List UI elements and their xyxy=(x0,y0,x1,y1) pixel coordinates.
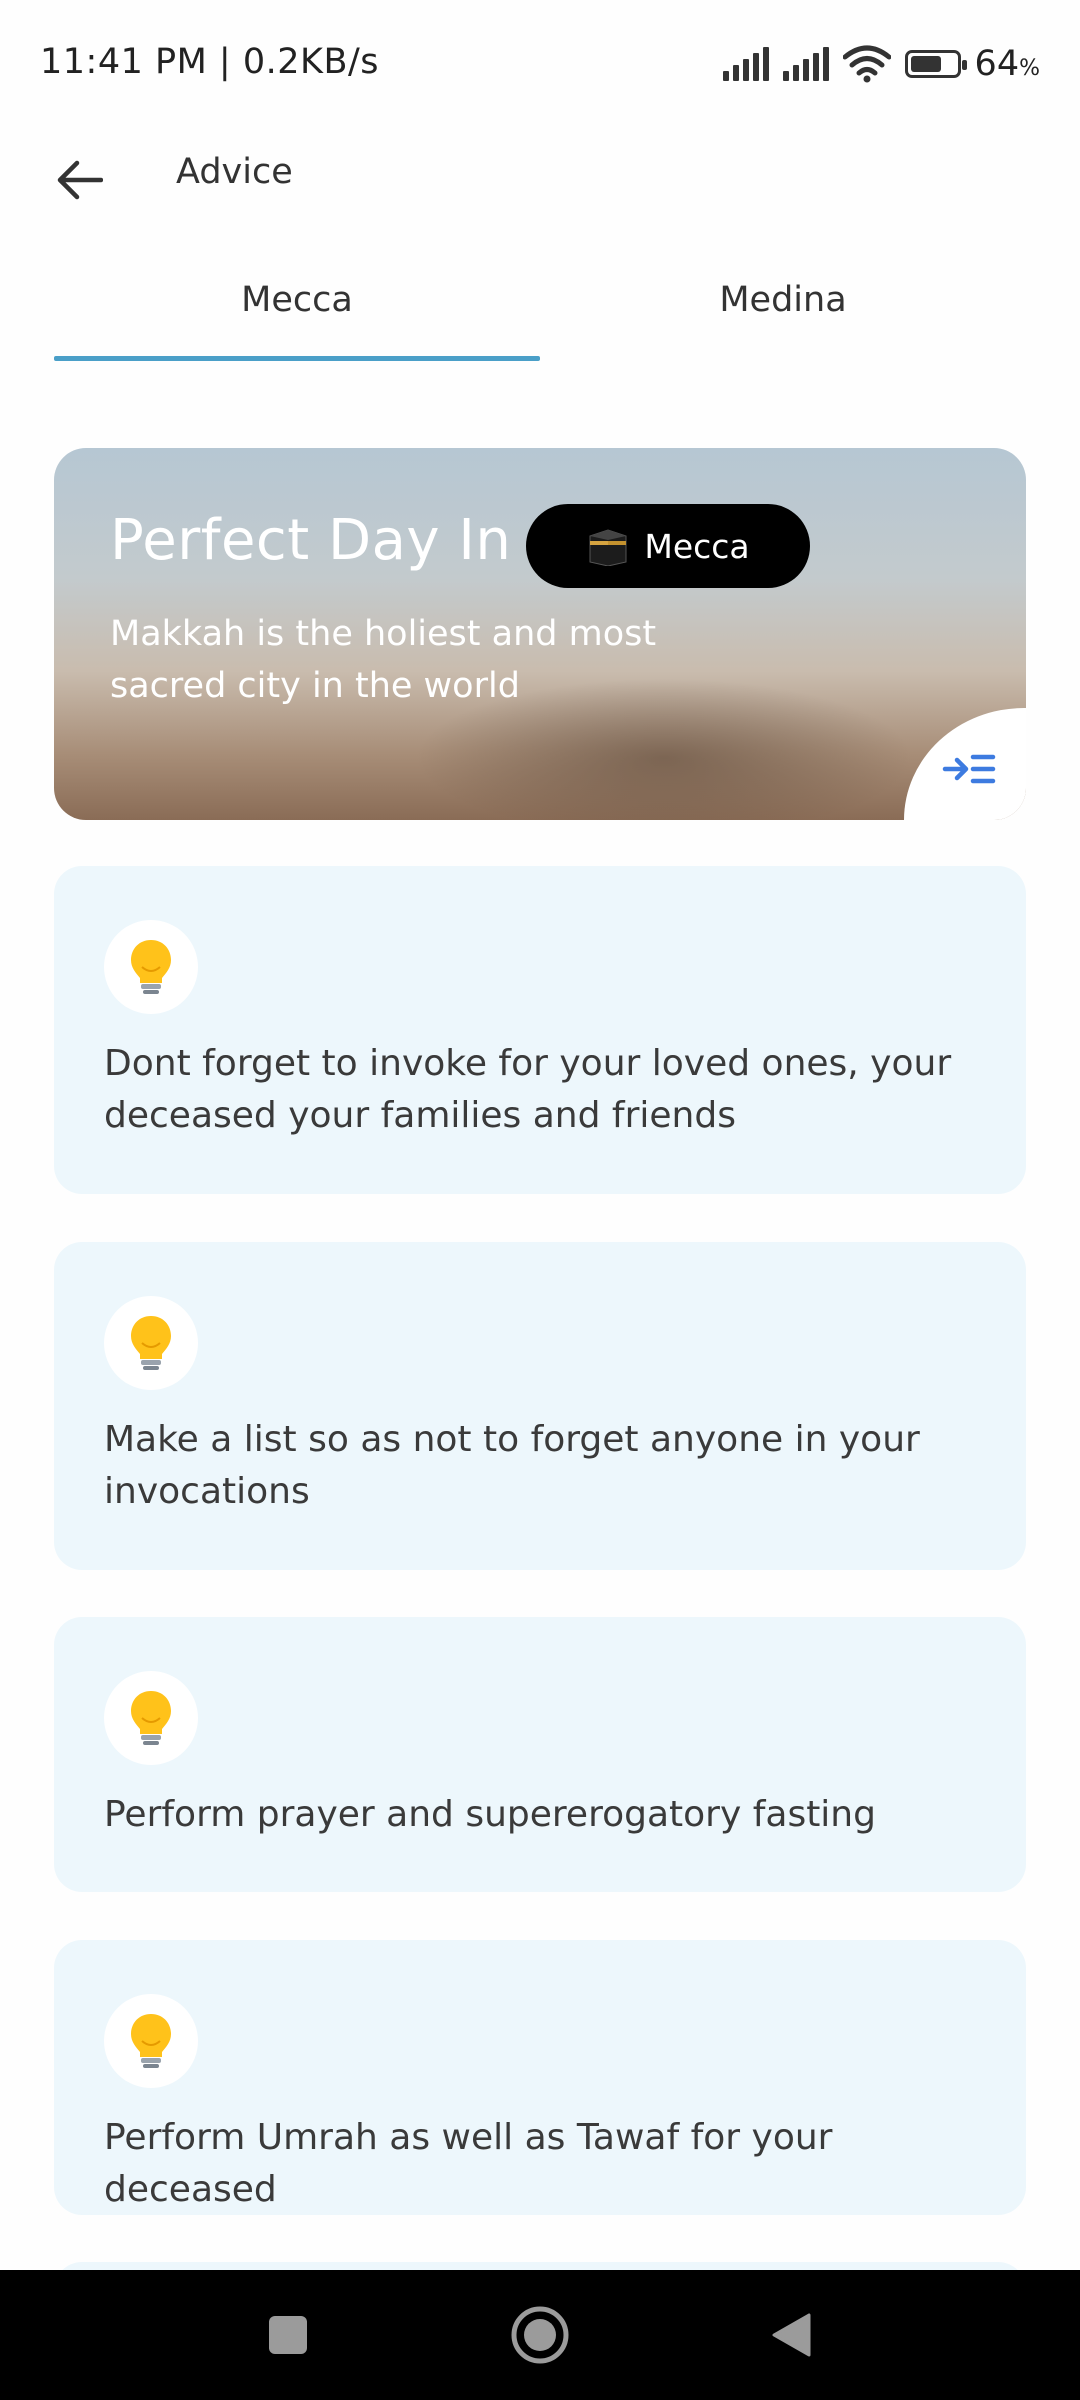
lightbulb-icon xyxy=(131,1691,171,1745)
lightbulb-icon-badge xyxy=(104,1671,198,1765)
lightbulb-icon xyxy=(131,2014,171,2068)
tip-text: Make a list so as not to forget anyone i… xyxy=(104,1419,920,1512)
tip-text: Dont forget to invoke for your loved one… xyxy=(104,1043,952,1136)
page-title: Advice xyxy=(176,152,293,192)
lightbulb-icon xyxy=(131,940,171,994)
tip-card: Perform prayer and supererogatory fastin… xyxy=(54,1617,1026,1892)
battery-icon xyxy=(904,50,967,78)
location-tabs: Mecca Medina xyxy=(0,240,1080,365)
back-nav-button[interactable] xyxy=(756,2300,826,2370)
signal-icon xyxy=(782,47,829,81)
status-bar: 11:41 PM | 0.2KB/s 64% xyxy=(0,0,1080,130)
lightbulb-icon-badge xyxy=(104,1296,198,1390)
battery-value: 64 xyxy=(974,44,1020,84)
lightbulb-icon-badge xyxy=(104,1994,198,2088)
app-header: Advice xyxy=(0,130,1080,230)
tip-card: Perform Umrah as well as Tawaf for your … xyxy=(54,1940,1026,2215)
hero-subtitle: Makkah is the holiest and most sacred ci… xyxy=(110,614,657,706)
back-button[interactable] xyxy=(50,150,110,210)
wifi-icon xyxy=(842,45,891,83)
kaaba-icon xyxy=(589,529,627,566)
tip-card: Make a list so as not to forget anyone i… xyxy=(54,1242,1026,1570)
arrow-left-icon xyxy=(57,160,103,200)
battery-unit: % xyxy=(1019,56,1040,81)
lightbulb-icon xyxy=(131,1316,171,1370)
expand-list-button[interactable] xyxy=(942,752,996,790)
triangle-back-icon xyxy=(772,2313,811,2357)
status-time: 11:41 PM | 0.2KB/s xyxy=(40,42,379,82)
square-icon xyxy=(269,2316,307,2354)
tab-mecca[interactable]: Mecca xyxy=(54,240,540,360)
signal-icon xyxy=(722,47,769,81)
expand-list-icon xyxy=(942,754,996,784)
chip-label: Mecca xyxy=(644,526,750,566)
home-circle-icon xyxy=(511,2306,569,2364)
battery-percentage: 64% xyxy=(975,44,1040,84)
hero-banner: Perfect Day In Mecca Makkah is the holie… xyxy=(54,448,1026,820)
status-icons: 64% xyxy=(722,42,1040,86)
tip-card: Dont forget to invoke for your loved one… xyxy=(54,866,1026,1194)
tab-medina[interactable]: Medina xyxy=(540,240,1026,360)
system-nav-bar xyxy=(0,2270,1080,2400)
hero-title: Perfect Day In xyxy=(110,508,512,573)
recents-button[interactable] xyxy=(253,2300,323,2370)
active-tab-indicator xyxy=(54,356,540,361)
tip-text: Perform Umrah as well as Tawaf for your … xyxy=(104,2117,833,2210)
city-chip[interactable]: Mecca xyxy=(526,504,810,588)
lightbulb-icon-badge xyxy=(104,920,198,1014)
tip-text: Perform prayer and supererogatory fastin… xyxy=(104,1794,876,1835)
home-button[interactable] xyxy=(505,2300,575,2370)
